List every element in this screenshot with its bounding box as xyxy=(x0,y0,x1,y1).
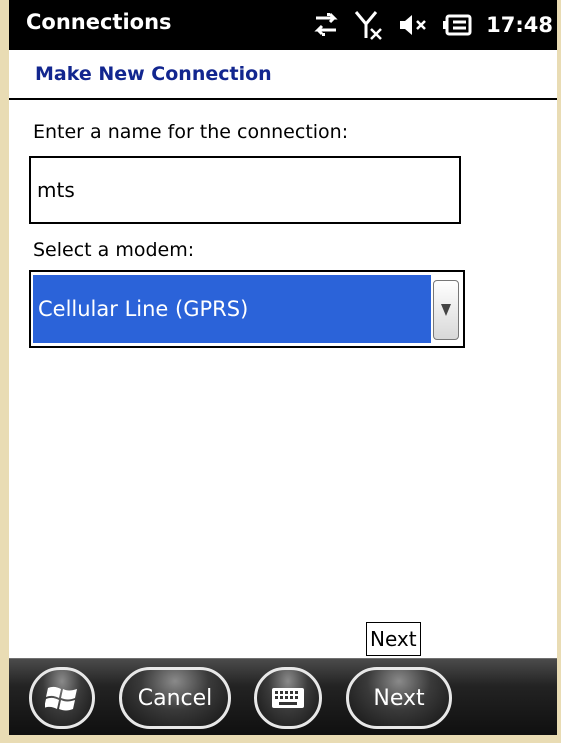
screen: Connections 17:48 Make New Connection En… xyxy=(9,0,557,735)
cancel-button[interactable]: Cancel xyxy=(119,667,231,729)
connection-name-input[interactable]: mts xyxy=(29,156,461,224)
device-bezel-right xyxy=(557,0,561,743)
dropdown-arrow-button[interactable] xyxy=(433,280,459,340)
no-signal-icon[interactable] xyxy=(354,10,384,40)
battery-charging-icon[interactable] xyxy=(442,13,472,37)
page-title: Make New Connection xyxy=(35,63,272,85)
connection-name-label: Enter a name for the connection: xyxy=(33,121,349,143)
clock[interactable]: 17:48 xyxy=(486,13,553,37)
windows-start-icon xyxy=(45,686,77,711)
start-button[interactable] xyxy=(29,667,95,729)
modem-selected-value[interactable]: Cellular Line (GPRS) xyxy=(33,275,431,343)
page-header: Make New Connection xyxy=(9,50,557,100)
keyboard-icon xyxy=(272,688,304,708)
app-title: Connections xyxy=(26,10,172,34)
chevron-down-icon xyxy=(441,304,451,316)
status-bar: Connections 17:48 xyxy=(9,0,557,50)
next-tooltip: Next xyxy=(366,622,421,656)
keyboard-button[interactable] xyxy=(254,667,322,729)
next-button[interactable]: Next xyxy=(346,667,452,729)
volume-muted-icon[interactable] xyxy=(398,13,428,37)
device-bezel-left xyxy=(0,0,9,743)
modem-select[interactable]: Cellular Line (GPRS) xyxy=(29,270,465,348)
status-icons: 17:48 xyxy=(312,9,553,41)
data-sync-icon[interactable] xyxy=(312,12,340,38)
device-bezel-bottom xyxy=(0,735,561,743)
bottom-toolbar: Cancel Next xyxy=(9,658,557,735)
modem-label: Select a modem: xyxy=(33,239,195,261)
